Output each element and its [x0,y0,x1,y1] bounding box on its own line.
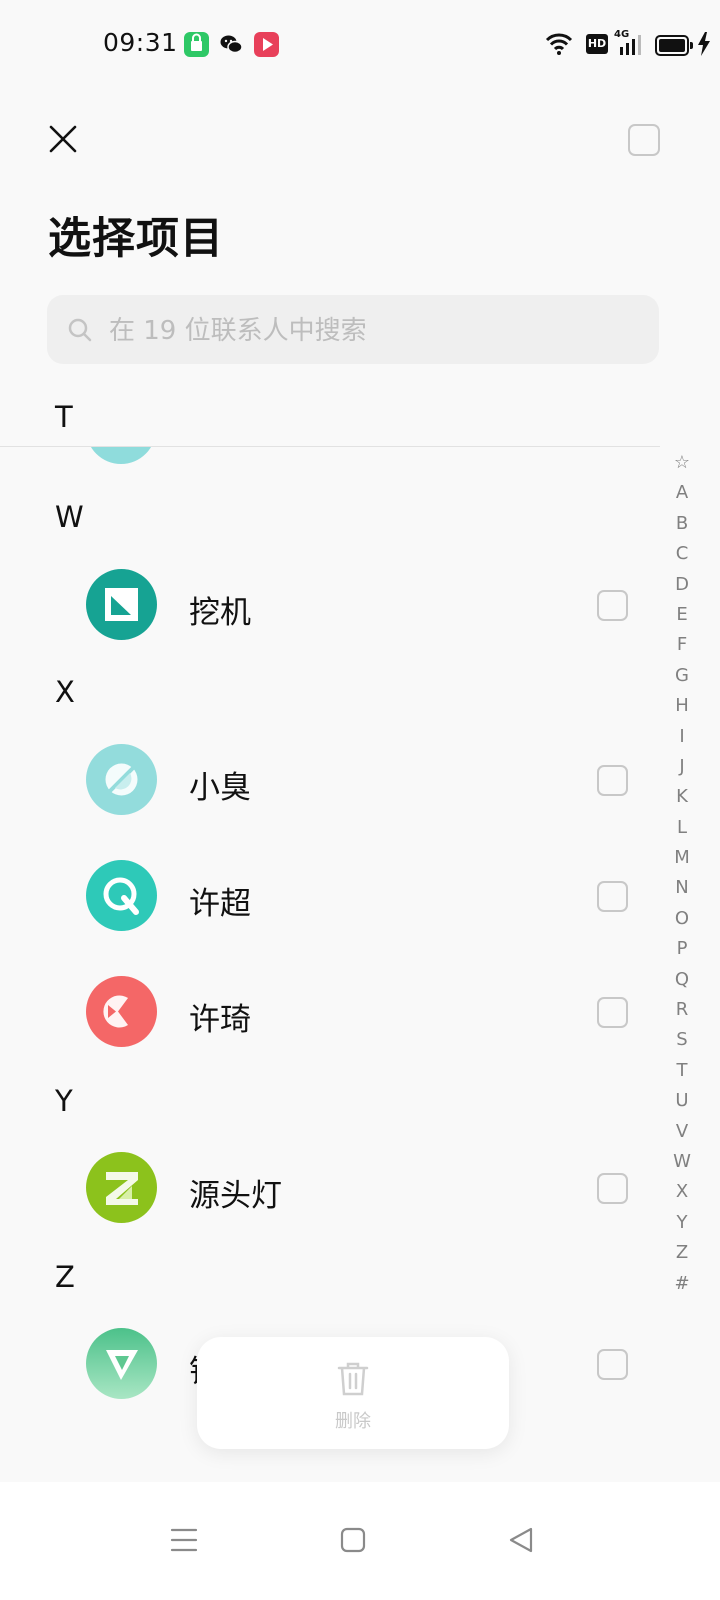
wechat-icon [219,32,244,57]
index-item[interactable]: F [668,630,696,660]
select-all-checkbox[interactable] [628,124,660,156]
search-icon [67,317,93,347]
search-box[interactable] [47,295,659,366]
section-divider [0,446,660,447]
contact-checkbox[interactable] [597,1173,628,1204]
index-item[interactable]: A [668,478,696,508]
contact-checkbox[interactable] [597,997,628,1028]
contact-checkbox[interactable] [597,765,628,796]
contact-name: 源头灯 [189,1178,282,1214]
index-item[interactable]: K [668,782,696,812]
contact-name: 挖机 [189,595,251,631]
index-item[interactable]: G [668,661,696,691]
app-store-icon [184,32,209,57]
menu-icon [170,1528,198,1552]
index-item[interactable]: L [668,813,696,843]
contact-checkbox[interactable] [597,590,628,621]
avatar [86,1328,157,1399]
index-item[interactable]: T [668,1056,696,1086]
index-item[interactable]: X [668,1177,696,1207]
hd-badge: HD [586,34,608,54]
close-button[interactable] [44,120,82,158]
delete-label: 删除 [335,1411,371,1432]
section-header-x: X [55,675,75,709]
alphabet-index-bar[interactable]: ☆ A B C D E F G H I J K L M N O P Q R S T U V W X Y Z # [668,448,696,1299]
avatar [86,744,157,815]
video-app-icon [254,32,279,57]
contact-row[interactable]: 许琦 [0,954,660,1070]
index-item[interactable]: H [668,691,696,721]
index-item[interactable]: N [668,873,696,903]
section-header-t: T [55,400,73,434]
section-header-w: W [55,500,84,534]
status-time: 09:31 [103,28,178,57]
back-icon [509,1527,533,1553]
home-icon [340,1527,366,1553]
index-item[interactable]: # [668,1269,696,1299]
index-item[interactable]: O [668,904,696,934]
contact-select-screen: 09:31 HD 4G 选择项目 在 19 位联系人中搜索 T W 挖机 X 小… [0,0,720,1600]
close-icon [49,125,77,153]
contact-name: 许超 [189,886,251,922]
index-item[interactable]: M [668,843,696,873]
avatar [86,1152,157,1223]
system-navigation-bar [0,1482,720,1600]
contact-checkbox[interactable] [597,881,628,912]
index-item[interactable]: Y [668,1208,696,1238]
index-item[interactable]: R [668,995,696,1025]
home-button[interactable] [333,1520,373,1560]
back-button[interactable] [502,1520,542,1560]
status-bar: 09:31 HD 4G [0,0,720,90]
section-header-z: Z [55,1260,75,1294]
index-item[interactable]: Z [668,1238,696,1268]
contact-row[interactable]: 挖机 [0,547,660,663]
search-input[interactable] [107,295,631,366]
avatar [86,447,156,464]
index-item[interactable]: V [668,1117,696,1147]
index-item-favorites[interactable]: ☆ [668,448,696,478]
wifi-icon [545,31,573,61]
page-title: 选择项目 [48,214,224,264]
recent-apps-button[interactable] [164,1520,204,1560]
action-panel: 删除 [197,1337,509,1449]
index-item[interactable]: I [668,722,696,752]
index-item[interactable]: Q [668,965,696,995]
index-item[interactable]: S [668,1025,696,1055]
index-item[interactable]: J [668,752,696,782]
avatar [86,860,157,931]
section-header-y: Y [55,1084,73,1118]
avatar [86,976,157,1047]
contact-checkbox[interactable] [597,1349,628,1380]
index-item[interactable]: W [668,1147,696,1177]
trash-icon [336,1361,370,1401]
avatar [86,569,157,640]
index-item[interactable]: E [668,600,696,630]
charging-icon [697,31,711,61]
index-item[interactable]: D [668,570,696,600]
contact-name: 小臭 [189,770,251,806]
index-item[interactable]: C [668,539,696,569]
index-item[interactable]: P [668,934,696,964]
contact-row[interactable]: 小臭 [0,722,660,838]
contact-list[interactable]: W 挖机 X 小臭 许超 许琦 Y 源头灯 Z [0,447,660,1482]
index-item[interactable]: U [668,1086,696,1116]
delete-button[interactable]: 删除 [197,1337,509,1449]
battery-icon [655,35,693,56]
contact-row[interactable]: 源头灯 [0,1130,660,1246]
contact-row[interactable]: 许超 [0,838,660,954]
contact-name: 许琦 [189,1002,251,1038]
index-item[interactable]: B [668,509,696,539]
